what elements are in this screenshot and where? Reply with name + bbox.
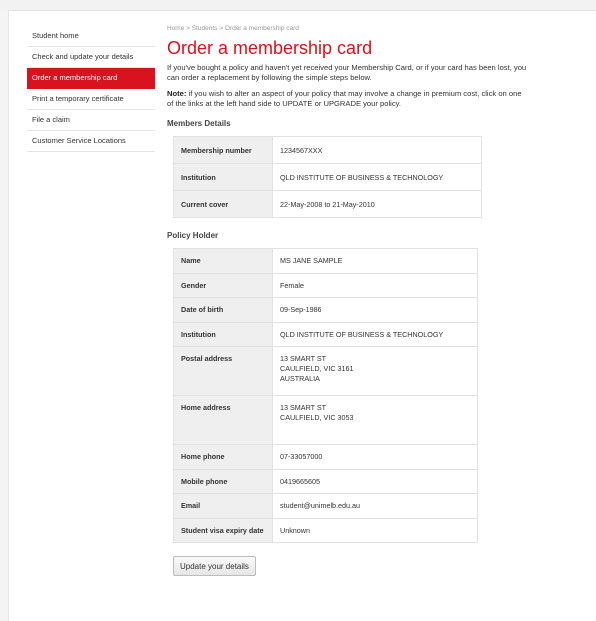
table-row: Institution QLD INSTITUTE OF BUSINESS & … [173, 163, 482, 191]
table-row: Gender Female [173, 272, 478, 298]
page: Student home Check and update your detai… [0, 0, 596, 621]
visa-expiry-label: Student visa expiry date [173, 517, 273, 543]
home-address-value: 13 SMART ST CAULFIELD, VIC 3053 [272, 395, 478, 445]
name-value: MS JANE SAMPLE [272, 248, 478, 274]
table-row: Current cover 22-May-2008 to 21-May-2010 [173, 190, 482, 218]
sidebar-nav: Student home Check and update your detai… [27, 26, 155, 152]
sidebar-item-student-home[interactable]: Student home [27, 26, 155, 47]
mobile-phone-value: 0419665605 [272, 468, 478, 494]
postal-address-value: 13 SMART ST CAULFIELD, VIC 3161 AUSTRALI… [272, 346, 478, 396]
members-details-heading: Members Details [167, 119, 231, 128]
breadcrumb-separator: > [186, 25, 190, 32]
institution-label: Institution [173, 163, 273, 191]
page-title: Order a membership card [167, 38, 373, 58]
sidebar-item-check-update-details[interactable]: Check and update your details [27, 47, 155, 68]
postal-address-label: Postal address [173, 346, 273, 396]
intro-text: If you've bought a policy and haven't ye… [167, 63, 527, 82]
policy-holder-section: Name MS JANE SAMPLE Gender Female Date o… [173, 248, 527, 543]
home-phone-label: Home phone [173, 444, 273, 470]
gender-value: Female [272, 272, 478, 298]
members-details-table: Membership number 1234567XXX Institution… [173, 136, 482, 218]
mobile-phone-label: Mobile phone [173, 468, 273, 494]
update-details-button[interactable]: Update your details [173, 556, 256, 576]
members-details-section: Membership number 1234567XXX Institution… [173, 136, 527, 218]
sidebar-item-print-temporary-certificate[interactable]: Print a temporary certificate [27, 89, 155, 110]
current-cover-label: Current cover [173, 190, 273, 218]
left-gutter [0, 10, 9, 621]
sidebar-item-customer-service-locations[interactable]: Customer Service Locations [27, 131, 155, 152]
note-body: if you wish to alter an aspect of your p… [167, 89, 522, 108]
sidebar-item-file-claim[interactable]: File a claim [27, 110, 155, 131]
breadcrumb-separator: > [219, 25, 224, 32]
table-row: Membership number 1234567XXX [173, 136, 482, 164]
institution-value: QLD INSTITUTE OF BUSINESS & TECHNOLOGY [272, 163, 482, 191]
email-value: student@unimelb.edu.au [272, 493, 478, 519]
table-row: Home phone 07-33057000 [173, 444, 478, 470]
email-label: Email [173, 493, 273, 519]
table-row: Date of birth 09-Sep-1986 [173, 297, 478, 323]
holder-institution-value: QLD INSTITUTE OF BUSINESS & TECHNOLOGY [272, 321, 478, 347]
table-row: Institution QLD INSTITUTE OF BUSINESS & … [173, 321, 478, 347]
breadcrumb-current: Order a membership card [224, 25, 299, 32]
table-row: Student visa expiry date Unknown [173, 517, 478, 543]
date-of-birth-value: 09-Sep-1986 [272, 297, 478, 323]
top-strip [0, 0, 596, 11]
breadcrumb: Home > Students > Order a membership car… [167, 23, 527, 35]
date-of-birth-label: Date of birth [173, 297, 273, 323]
note-label: Note: [167, 89, 187, 98]
breadcrumb-students[interactable]: Students [192, 25, 218, 32]
name-label: Name [173, 248, 273, 274]
gender-label: Gender [173, 272, 273, 298]
home-phone-value: 07-33057000 [272, 444, 478, 470]
note-text: Note: if you wish to alter an aspect of … [167, 89, 527, 109]
membership-number-label: Membership number [173, 136, 273, 164]
table-row: Postal address 13 SMART ST CAULFIELD, VI… [173, 346, 478, 396]
breadcrumb-home[interactable]: Home [167, 25, 184, 32]
sidebar-item-order-membership-card[interactable]: Order a membership card [27, 68, 155, 89]
table-row: Email student@unimelb.edu.au [173, 493, 478, 519]
table-row: Mobile phone 0419665605 [173, 468, 478, 494]
visa-expiry-value: Unknown [272, 517, 478, 543]
current-cover-value: 22-May-2008 to 21-May-2010 [272, 190, 482, 218]
main-content: Home > Students > Order a membership car… [167, 23, 527, 576]
home-address-label: Home address [173, 395, 273, 445]
policy-holder-table: Name MS JANE SAMPLE Gender Female Date o… [173, 248, 478, 543]
holder-institution-label: Institution [173, 321, 273, 347]
table-row: Home address 13 SMART ST CAULFIELD, VIC … [173, 395, 478, 445]
policy-holder-heading: Policy Holder [167, 231, 219, 240]
table-row: Name MS JANE SAMPLE [173, 248, 478, 274]
membership-number-value: 1234567XXX [272, 136, 482, 164]
